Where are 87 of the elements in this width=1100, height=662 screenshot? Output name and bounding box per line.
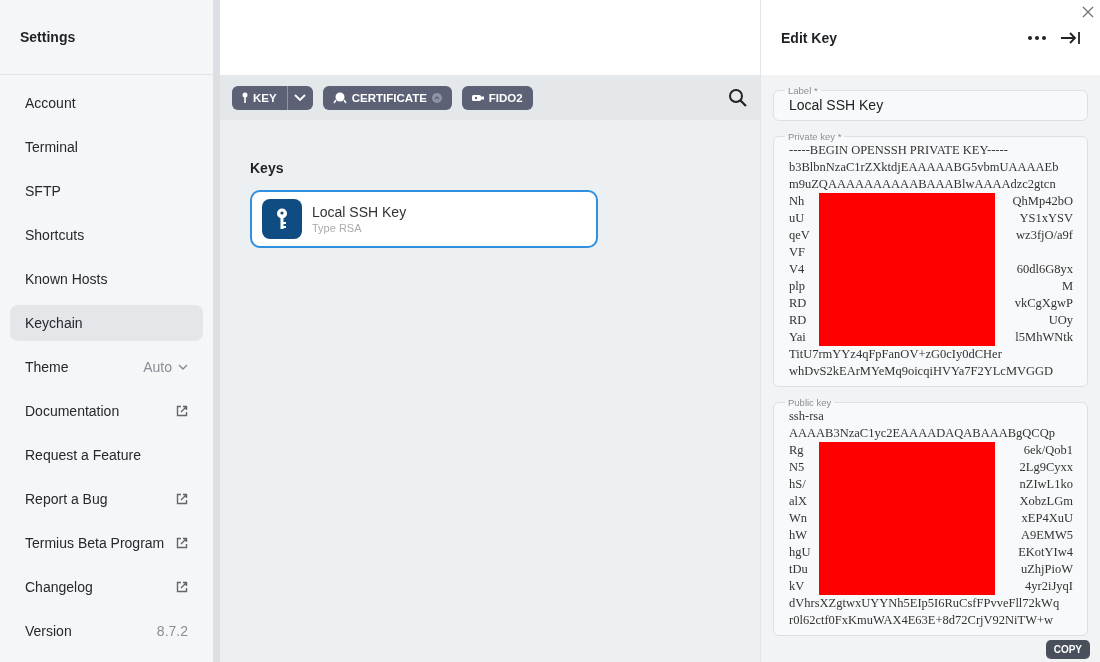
key-text-line: dVhrsXZgtwxUYYNh5EIp5I6RuCsfFPvveFll72kWq xyxy=(789,595,1061,612)
key-text-fragment: A9EMW5 xyxy=(1020,527,1073,544)
upgrade-badge-icon xyxy=(431,92,442,103)
key-text-fragment: EKotYIw4 xyxy=(1018,544,1073,561)
field-label: Label * xyxy=(787,85,819,96)
key-text-fragment: hS/ xyxy=(789,476,806,493)
key-text-fragment: wz3fjO/a9f xyxy=(1016,227,1073,244)
key-text-fragment: N5 xyxy=(789,459,805,476)
key-icon xyxy=(262,199,302,239)
sidebar-item[interactable]: SFTP xyxy=(10,173,203,209)
key-text-fragment: V4 xyxy=(789,261,805,278)
key-text-line: -----BEGIN OPENSSH PRIVATE KEY----- xyxy=(789,142,1009,159)
scrollbar[interactable] xyxy=(213,0,220,662)
key-text-fragment: hW xyxy=(789,527,808,544)
key-text-line: whDvS2kEArMYeMq9oicqiHVYa7F2YLcMVGGD xyxy=(789,363,1055,380)
usb-key-icon xyxy=(471,93,484,102)
key-text-fragment: uU xyxy=(789,210,805,227)
sidebar-link[interactable]: Request a Feature xyxy=(25,447,141,463)
sidebar-item[interactable]: Keychain xyxy=(10,305,203,341)
key-text-fragment: RD xyxy=(789,312,807,329)
key-text-fragment: 4yr2iJyqI xyxy=(1025,578,1073,595)
certificate-button[interactable]: CERTIFICATE xyxy=(322,85,452,110)
theme-label: Theme xyxy=(25,359,69,375)
key-icon xyxy=(242,92,248,103)
key-text-fragment: hgU xyxy=(789,544,811,561)
copy-button[interactable]: COPY xyxy=(1045,640,1090,659)
sidebar-item[interactable]: Account xyxy=(10,85,203,121)
key-text-fragment: VF xyxy=(789,244,805,261)
field-label: Public key xyxy=(787,397,833,408)
key-text-fragment: qeV xyxy=(789,227,810,244)
key-text-fragment: nZIwL1ko xyxy=(1019,476,1073,493)
key-text-fragment: Nh xyxy=(789,193,805,210)
key-text-fragment: uZhjPioW xyxy=(1020,561,1073,578)
fido2-button[interactable]: FIDO2 xyxy=(461,85,533,110)
key-text-fragment: 2Lg9Cyxx xyxy=(1019,459,1073,476)
key-text-fragment: M xyxy=(1061,278,1073,295)
chevron-down-icon xyxy=(294,94,307,101)
key-text-line: m9uZQAAAAAAAAAABAAABlwAAAAdzc2gtcn xyxy=(789,176,1057,193)
label-field[interactable]: Label * Local SSH Key xyxy=(773,85,1088,121)
key-text-fragment: xEP4XuU xyxy=(1021,510,1073,527)
key-type: Type RSA xyxy=(312,222,363,234)
dropdown-button[interactable] xyxy=(286,85,313,110)
key-text-fragment: plp xyxy=(789,278,805,295)
search-icon[interactable] xyxy=(728,87,748,108)
key-text-fragment: tDu xyxy=(789,561,808,578)
key-text-fragment: vkCgXgwP xyxy=(1014,295,1073,312)
key-text-fragment: QhMp42bO xyxy=(1012,193,1073,210)
section-heading: Keys xyxy=(250,160,285,176)
key-button[interactable]: KEY xyxy=(232,85,287,110)
key-text-line: b3BlbnNzaC1rZXktdjEAAAAABG5vbmUAAAAEb xyxy=(789,159,1060,176)
public-key-field[interactable] xyxy=(773,397,1088,636)
key-text-fragment: alX xyxy=(789,493,808,510)
key-text-fragment: RD xyxy=(789,295,807,312)
key-text-fragment: kV xyxy=(789,578,805,595)
key-text-fragment: UOy xyxy=(1048,312,1073,329)
key-text-line: AAAAB3NzaC1yc2EAAAADAQABAAABgQCQp xyxy=(789,425,1056,442)
key-card[interactable]: Local SSH Key Type RSA xyxy=(250,190,598,248)
panel-title: Edit Key xyxy=(781,29,838,46)
key-text-fragment: Wn xyxy=(789,510,808,527)
key-text-fragment: 6ek/Qob1 xyxy=(1023,442,1073,459)
key-text-line: ssh-rsa xyxy=(789,408,825,425)
key-text-fragment: XobzLGm xyxy=(1019,493,1073,510)
key-text-line: r0l62ctf0FxKmuWAX4E63E+8d72CrjV92NiTW+w xyxy=(789,612,1055,629)
key-text-line: TitU7rmYYz4qFpFanOV+zG0cIy0dCHer xyxy=(789,346,1003,363)
close-icon[interactable] xyxy=(1082,6,1094,18)
certificate-icon xyxy=(332,91,347,104)
sidebar-link[interactable]: Changelog xyxy=(25,579,93,595)
key-name: Local SSH Key xyxy=(312,204,407,220)
key-text-fragment: 60dl6G8yx xyxy=(1016,261,1073,278)
sidebar-item[interactable]: Terminal xyxy=(10,129,203,165)
sidebar-link[interactable]: Documentation xyxy=(25,403,120,419)
key-text-fragment: l5MhWNtk xyxy=(1015,329,1073,346)
sidebar-title: Settings xyxy=(20,29,76,45)
sidebar-link[interactable]: Report a Bug xyxy=(25,491,108,507)
key-text-fragment: YS1xYSV xyxy=(1019,210,1073,227)
sidebar-link[interactable]: Termius Beta Program xyxy=(25,535,165,551)
key-text-fragment: Yai xyxy=(789,329,806,346)
version-label: Version xyxy=(25,623,72,639)
sidebar-item[interactable]: Known Hosts xyxy=(10,261,203,297)
collapse-panel-icon[interactable] xyxy=(1060,30,1080,45)
version-number: 8.7.2 xyxy=(156,623,188,639)
field-label: Private key * xyxy=(787,131,843,142)
sidebar-item[interactable]: Shortcuts xyxy=(10,217,203,253)
key-text-fragment: Rg xyxy=(789,442,804,459)
private-key-field[interactable] xyxy=(773,131,1088,387)
chevron-down-icon xyxy=(178,364,188,370)
more-icon[interactable] xyxy=(1028,35,1046,40)
